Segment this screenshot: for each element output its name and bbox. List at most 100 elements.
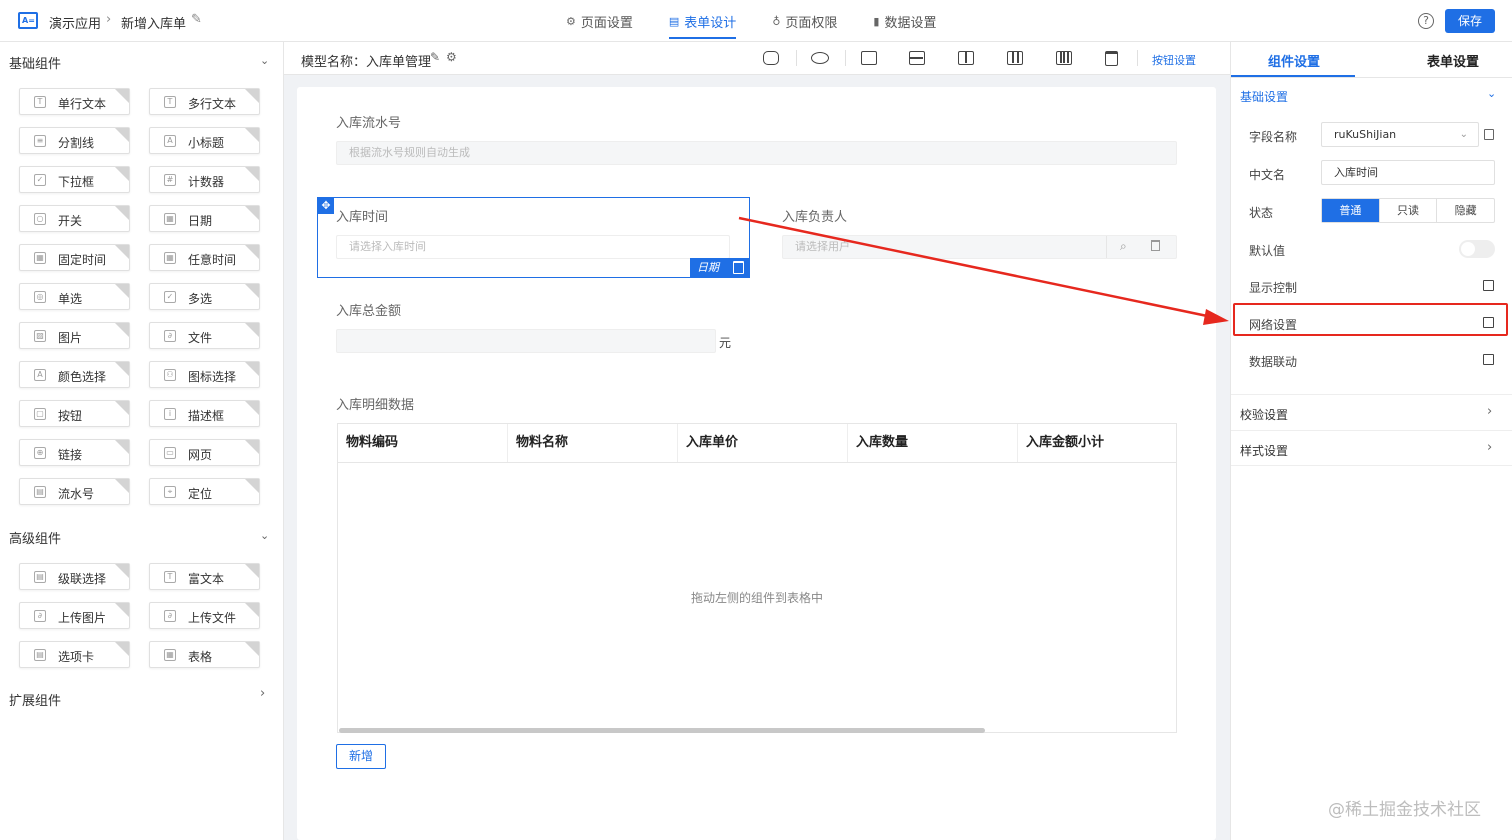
search-icon[interactable]: ⌕ bbox=[1120, 239, 1127, 254]
component-icon: ▦ bbox=[164, 649, 176, 661]
component-tile[interactable]: ▦ 表格 bbox=[149, 641, 260, 668]
tile-corner-mark bbox=[115, 128, 129, 142]
component-tile[interactable]: ≡ 分割线 bbox=[19, 127, 130, 154]
component-icon: ▦ bbox=[164, 252, 176, 264]
delete-field-icon[interactable] bbox=[733, 261, 744, 274]
component-tile[interactable]: ○ 开关 bbox=[19, 205, 130, 232]
component-tile[interactable]: T 多行文本 bbox=[149, 88, 260, 115]
component-tile[interactable]: ⚇ 图标选择 bbox=[149, 361, 260, 388]
basic-settings-heading[interactable]: 基础设置 bbox=[1240, 88, 1288, 105]
designer-toolbar: 模型名称：入库单管理 ✎ ⚙ 按钮设置 bbox=[284, 42, 1230, 75]
component-tile[interactable]: ◎ 单选 bbox=[19, 283, 130, 310]
time-input[interactable]: 请选择入库时间 bbox=[336, 235, 730, 259]
extend-components-heading[interactable]: 扩展组件 bbox=[9, 690, 61, 709]
component-icon: ⚇ bbox=[164, 369, 176, 381]
toolbar-divider bbox=[845, 50, 846, 66]
trash-icon[interactable] bbox=[1151, 240, 1160, 251]
breadcrumb-app[interactable]: 演示应用 bbox=[49, 13, 101, 32]
tab-lock[interactable]: ♁ 页面权限 bbox=[772, 0, 837, 42]
state-option[interactable]: 普通 bbox=[1322, 199, 1380, 222]
component-icon: ▨ bbox=[34, 330, 46, 342]
gear-icon[interactable]: ⚙ bbox=[446, 50, 457, 64]
cn-name-input[interactable]: 入库时间 bbox=[1321, 160, 1495, 185]
tile-corner-mark bbox=[245, 642, 259, 656]
tile-corner-mark bbox=[115, 401, 129, 415]
state-option[interactable]: 隐藏 bbox=[1437, 199, 1494, 222]
component-icon: ○ bbox=[34, 213, 46, 225]
chevron-down-icon[interactable]: ⌄ bbox=[260, 54, 269, 67]
chevron-down-icon[interactable]: ⌄ bbox=[1487, 87, 1496, 100]
add-row-button[interactable]: 新增 bbox=[336, 744, 386, 769]
two-column-icon[interactable] bbox=[958, 51, 974, 65]
tile-corner-mark bbox=[115, 323, 129, 337]
component-label: 单选 bbox=[58, 292, 83, 306]
component-tile[interactable]: i 描述框 bbox=[149, 400, 260, 427]
row-layout-icon[interactable] bbox=[909, 51, 925, 65]
state-option[interactable]: 只读 bbox=[1380, 199, 1438, 222]
component-tile[interactable]: T 单行文本 bbox=[19, 88, 130, 115]
field-type-tag: 日期 bbox=[690, 258, 749, 278]
component-label: 颜色选择 bbox=[58, 370, 107, 384]
component-icon: # bbox=[164, 174, 176, 186]
chevron-right-icon[interactable]: › bbox=[260, 686, 265, 701]
tab-bar-chart[interactable]: ▮ 数据设置 bbox=[873, 0, 936, 42]
component-tile[interactable]: ▤ 流水号 bbox=[19, 478, 130, 505]
component-tile[interactable]: ⌖ 定位 bbox=[149, 478, 260, 505]
edit-icon[interactable] bbox=[1483, 354, 1494, 365]
copy-icon[interactable] bbox=[1484, 129, 1494, 140]
horizontal-scrollbar[interactable] bbox=[339, 728, 985, 733]
tile-corner-mark bbox=[245, 479, 259, 493]
component-label: 选项卡 bbox=[58, 650, 95, 664]
tab-gear[interactable]: ⚙ 页面设置 bbox=[566, 0, 633, 42]
default-toggle[interactable] bbox=[1459, 240, 1495, 258]
tab-form-settings[interactable]: 表单设置 bbox=[1427, 51, 1479, 70]
trash-icon[interactable] bbox=[1105, 51, 1118, 66]
top-tabs: ⚙ 页面设置 ▤ 表单设计 ♁ 页面权限 ▮ 数据设置 bbox=[566, 0, 972, 42]
component-tile[interactable]: T 富文本 bbox=[149, 563, 260, 590]
component-label: 上传图片 bbox=[58, 611, 107, 625]
tab-document[interactable]: ▤ 表单设计 bbox=[668, 0, 737, 42]
component-tile[interactable]: ✓ 多选 bbox=[149, 283, 260, 310]
preview-eye-icon[interactable] bbox=[811, 52, 829, 64]
display-control-label: 显示控制 bbox=[1249, 281, 1298, 295]
component-tile[interactable]: A 颜色选择 bbox=[19, 361, 130, 388]
component-icon: ▢ bbox=[34, 408, 46, 420]
advanced-components-heading[interactable]: 高级组件 bbox=[9, 528, 61, 547]
pencil-icon[interactable]: ✎ bbox=[430, 50, 440, 64]
component-tile[interactable]: ▭ 网页 bbox=[149, 439, 260, 466]
component-tile[interactable]: ⊕ 链接 bbox=[19, 439, 130, 466]
component-tile[interactable]: ▤ 选项卡 bbox=[19, 641, 130, 668]
component-tile[interactable]: ▤ 级联选择 bbox=[19, 563, 130, 590]
save-button[interactable]: 保存 bbox=[1445, 9, 1495, 33]
component-tile[interactable]: ▦ 日期 bbox=[149, 205, 260, 232]
component-tile[interactable]: ▢ 按钮 bbox=[19, 400, 130, 427]
component-tile[interactable]: ▦ 固定时间 bbox=[19, 244, 130, 271]
field-name-select[interactable]: ruKuShiJian ⌄ bbox=[1321, 122, 1479, 147]
move-handle-icon[interactable]: ✥ bbox=[318, 198, 334, 214]
four-column-icon[interactable] bbox=[1056, 51, 1072, 65]
validation-settings-row[interactable]: 校验设置 › bbox=[1231, 394, 1512, 430]
three-column-icon[interactable] bbox=[1007, 51, 1023, 65]
button-settings-link[interactable]: 按钮设置 bbox=[1152, 52, 1196, 68]
component-tile[interactable]: ∂ 上传文件 bbox=[149, 602, 260, 629]
component-tile[interactable]: ✓ 下拉框 bbox=[19, 166, 130, 193]
component-label: 富文本 bbox=[188, 572, 225, 586]
basic-components-heading[interactable]: 基础组件 bbox=[9, 53, 61, 72]
single-column-icon[interactable] bbox=[861, 51, 877, 65]
pencil-icon[interactable]: ✎ bbox=[191, 12, 202, 27]
tab-component-settings[interactable]: 组件设置 bbox=[1268, 51, 1320, 70]
copy-icon[interactable] bbox=[763, 51, 779, 65]
component-tile[interactable]: A 小标题 bbox=[149, 127, 260, 154]
edit-icon[interactable] bbox=[1483, 280, 1494, 291]
chevron-down-icon: ⌄ bbox=[1459, 129, 1468, 140]
component-tile[interactable]: ∂ 文件 bbox=[149, 322, 260, 349]
style-settings-row[interactable]: 样式设置 › bbox=[1231, 430, 1512, 466]
chevron-down-icon[interactable]: ⌄ bbox=[260, 529, 269, 542]
amount-input[interactable] bbox=[336, 329, 716, 353]
component-tile[interactable]: # 计数器 bbox=[149, 166, 260, 193]
component-tile[interactable]: ▨ 图片 bbox=[19, 322, 130, 349]
component-tile[interactable]: ∂ 上传图片 bbox=[19, 602, 130, 629]
help-icon[interactable]: ? bbox=[1418, 13, 1434, 29]
owner-input[interactable]: 请选择用户 bbox=[782, 235, 1177, 259]
component-tile[interactable]: ▦ 任意时间 bbox=[149, 244, 260, 271]
